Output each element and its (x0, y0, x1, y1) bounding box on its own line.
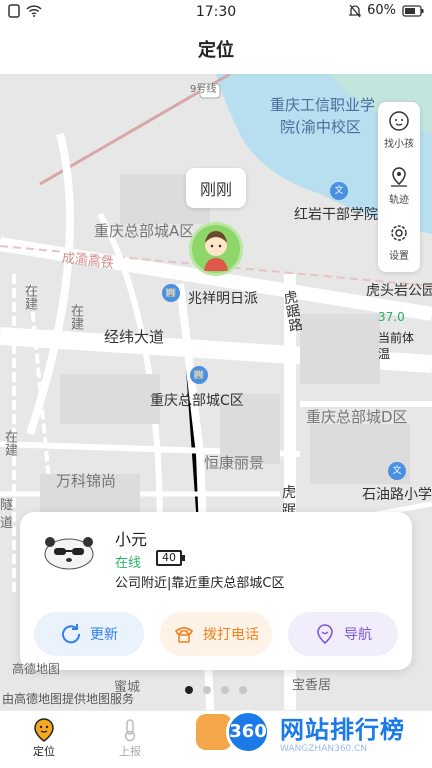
map-label: 虎 (282, 485, 296, 501)
child-avatar-icon (204, 231, 228, 271)
map-label: 重庆工信职业学 (270, 96, 376, 114)
page-dot-active[interactable] (185, 686, 193, 694)
gear-icon (391, 225, 407, 241)
device-battery: 40 (156, 550, 185, 566)
map-label: 万科锦尚 (56, 472, 117, 490)
call-label: 拨打电话 (203, 627, 259, 643)
map-label: 在建 (2, 430, 17, 456)
watermark-badge: 360 (226, 710, 270, 754)
watermark-logo: 360 网站排行榜 WANGZHAN360.CN (196, 706, 432, 768)
cool-bear-avatar-icon (44, 537, 94, 570)
map-label: 道 (0, 516, 14, 531)
temperature-panel: 37.0 当前体温 (378, 310, 418, 362)
app-root: 17:30 60% 定位 重庆工信职业学 院(渝中校区 9号线 重庆总部城A区 … (0, 0, 432, 768)
tab-locate[interactable]: 定位 (14, 717, 74, 759)
map-label: 重庆总部城A区 (94, 222, 195, 240)
child-name: 小元 (115, 530, 148, 549)
page-dot[interactable] (203, 686, 211, 694)
page-dot[interactable] (239, 686, 247, 694)
child-info-card: 小元 在线 40 公司附近|靠近重庆总部城C区 更新 拨打电话 导航 (20, 512, 412, 670)
location-time-bubble: 刚刚 (186, 168, 246, 208)
refresh-button[interactable]: 更新 (34, 612, 144, 656)
battery-percent: 60% (367, 3, 396, 18)
map-label: 红岩干部学院 (294, 207, 378, 223)
office-poi-icon[interactable]: 🏢 (162, 284, 180, 302)
refresh-icon (62, 624, 81, 644)
map-label: 重庆总部城D区 (306, 408, 408, 426)
map-label: 兆祥明日派 (188, 291, 258, 307)
child-face-icon (389, 111, 409, 131)
map-label: 石油路小学 (362, 487, 432, 503)
watermark-subtext: WANGZHAN360.CN (280, 744, 368, 754)
page-header: 定位 (0, 24, 432, 74)
office-poi-icon[interactable]: 🏢 (190, 366, 208, 384)
page-dot[interactable] (221, 686, 229, 694)
page-title: 定位 (198, 40, 234, 61)
map-label: 重庆总部城C区 (150, 393, 244, 409)
status-right: 60% (349, 3, 424, 18)
location-pin-icon (391, 167, 407, 187)
map-label: 虎头岩公园 (366, 283, 432, 299)
map-label: 隧 (0, 498, 14, 513)
child-location-pin[interactable] (189, 222, 243, 276)
settings-button[interactable]: 设置 (378, 222, 420, 262)
tab-report-label: 上报 (119, 745, 141, 758)
tab-report[interactable]: 上报 (100, 717, 160, 759)
refresh-label: 更新 (90, 627, 118, 643)
location-address: 公司附近|靠近重庆总部城C区 (115, 576, 285, 591)
map-label: 经纬大道 (104, 328, 165, 346)
amap-logo: 高德地图 (12, 662, 61, 676)
thermometer-icon (124, 719, 136, 742)
map-toolbar: 找小孩 轨迹 设置 (378, 102, 420, 272)
temperature-label: 当前体温 (378, 331, 415, 361)
settings-label: 设置 (389, 251, 409, 262)
status-bar: 17:30 60% (0, 0, 432, 24)
map-label: 9号线 (190, 84, 217, 95)
mute-bell-icon (349, 4, 362, 17)
page-indicator (0, 686, 432, 694)
battery-icon (402, 4, 424, 17)
track-button[interactable]: 轨迹 (378, 166, 420, 206)
temperature-value: 37.0 (378, 310, 405, 324)
map-label: 院(渝中校区 (280, 118, 361, 136)
phone-icon (174, 627, 194, 643)
map-label: 在建 (68, 304, 83, 330)
map-label: 在建 (22, 284, 37, 310)
track-label: 轨迹 (389, 195, 409, 206)
navigate-label: 导航 (344, 627, 372, 643)
find-child-label: 找小孩 (384, 139, 414, 150)
watermark-text: 网站排行榜 (280, 716, 405, 744)
location-face-icon (34, 718, 54, 742)
tab-locate-label: 定位 (33, 745, 55, 758)
navigate-button[interactable]: 导航 (288, 612, 398, 656)
call-button[interactable]: 拨打电话 (160, 612, 272, 656)
map-label: 恒康丽景 (204, 454, 265, 472)
school-poi-icon[interactable]: 文 (330, 182, 348, 200)
find-child-button[interactable]: 找小孩 (378, 110, 420, 150)
online-status: 在线 (115, 556, 142, 571)
school-poi-icon[interactable]: 文 (388, 462, 406, 480)
navigation-pin-icon (317, 624, 333, 645)
